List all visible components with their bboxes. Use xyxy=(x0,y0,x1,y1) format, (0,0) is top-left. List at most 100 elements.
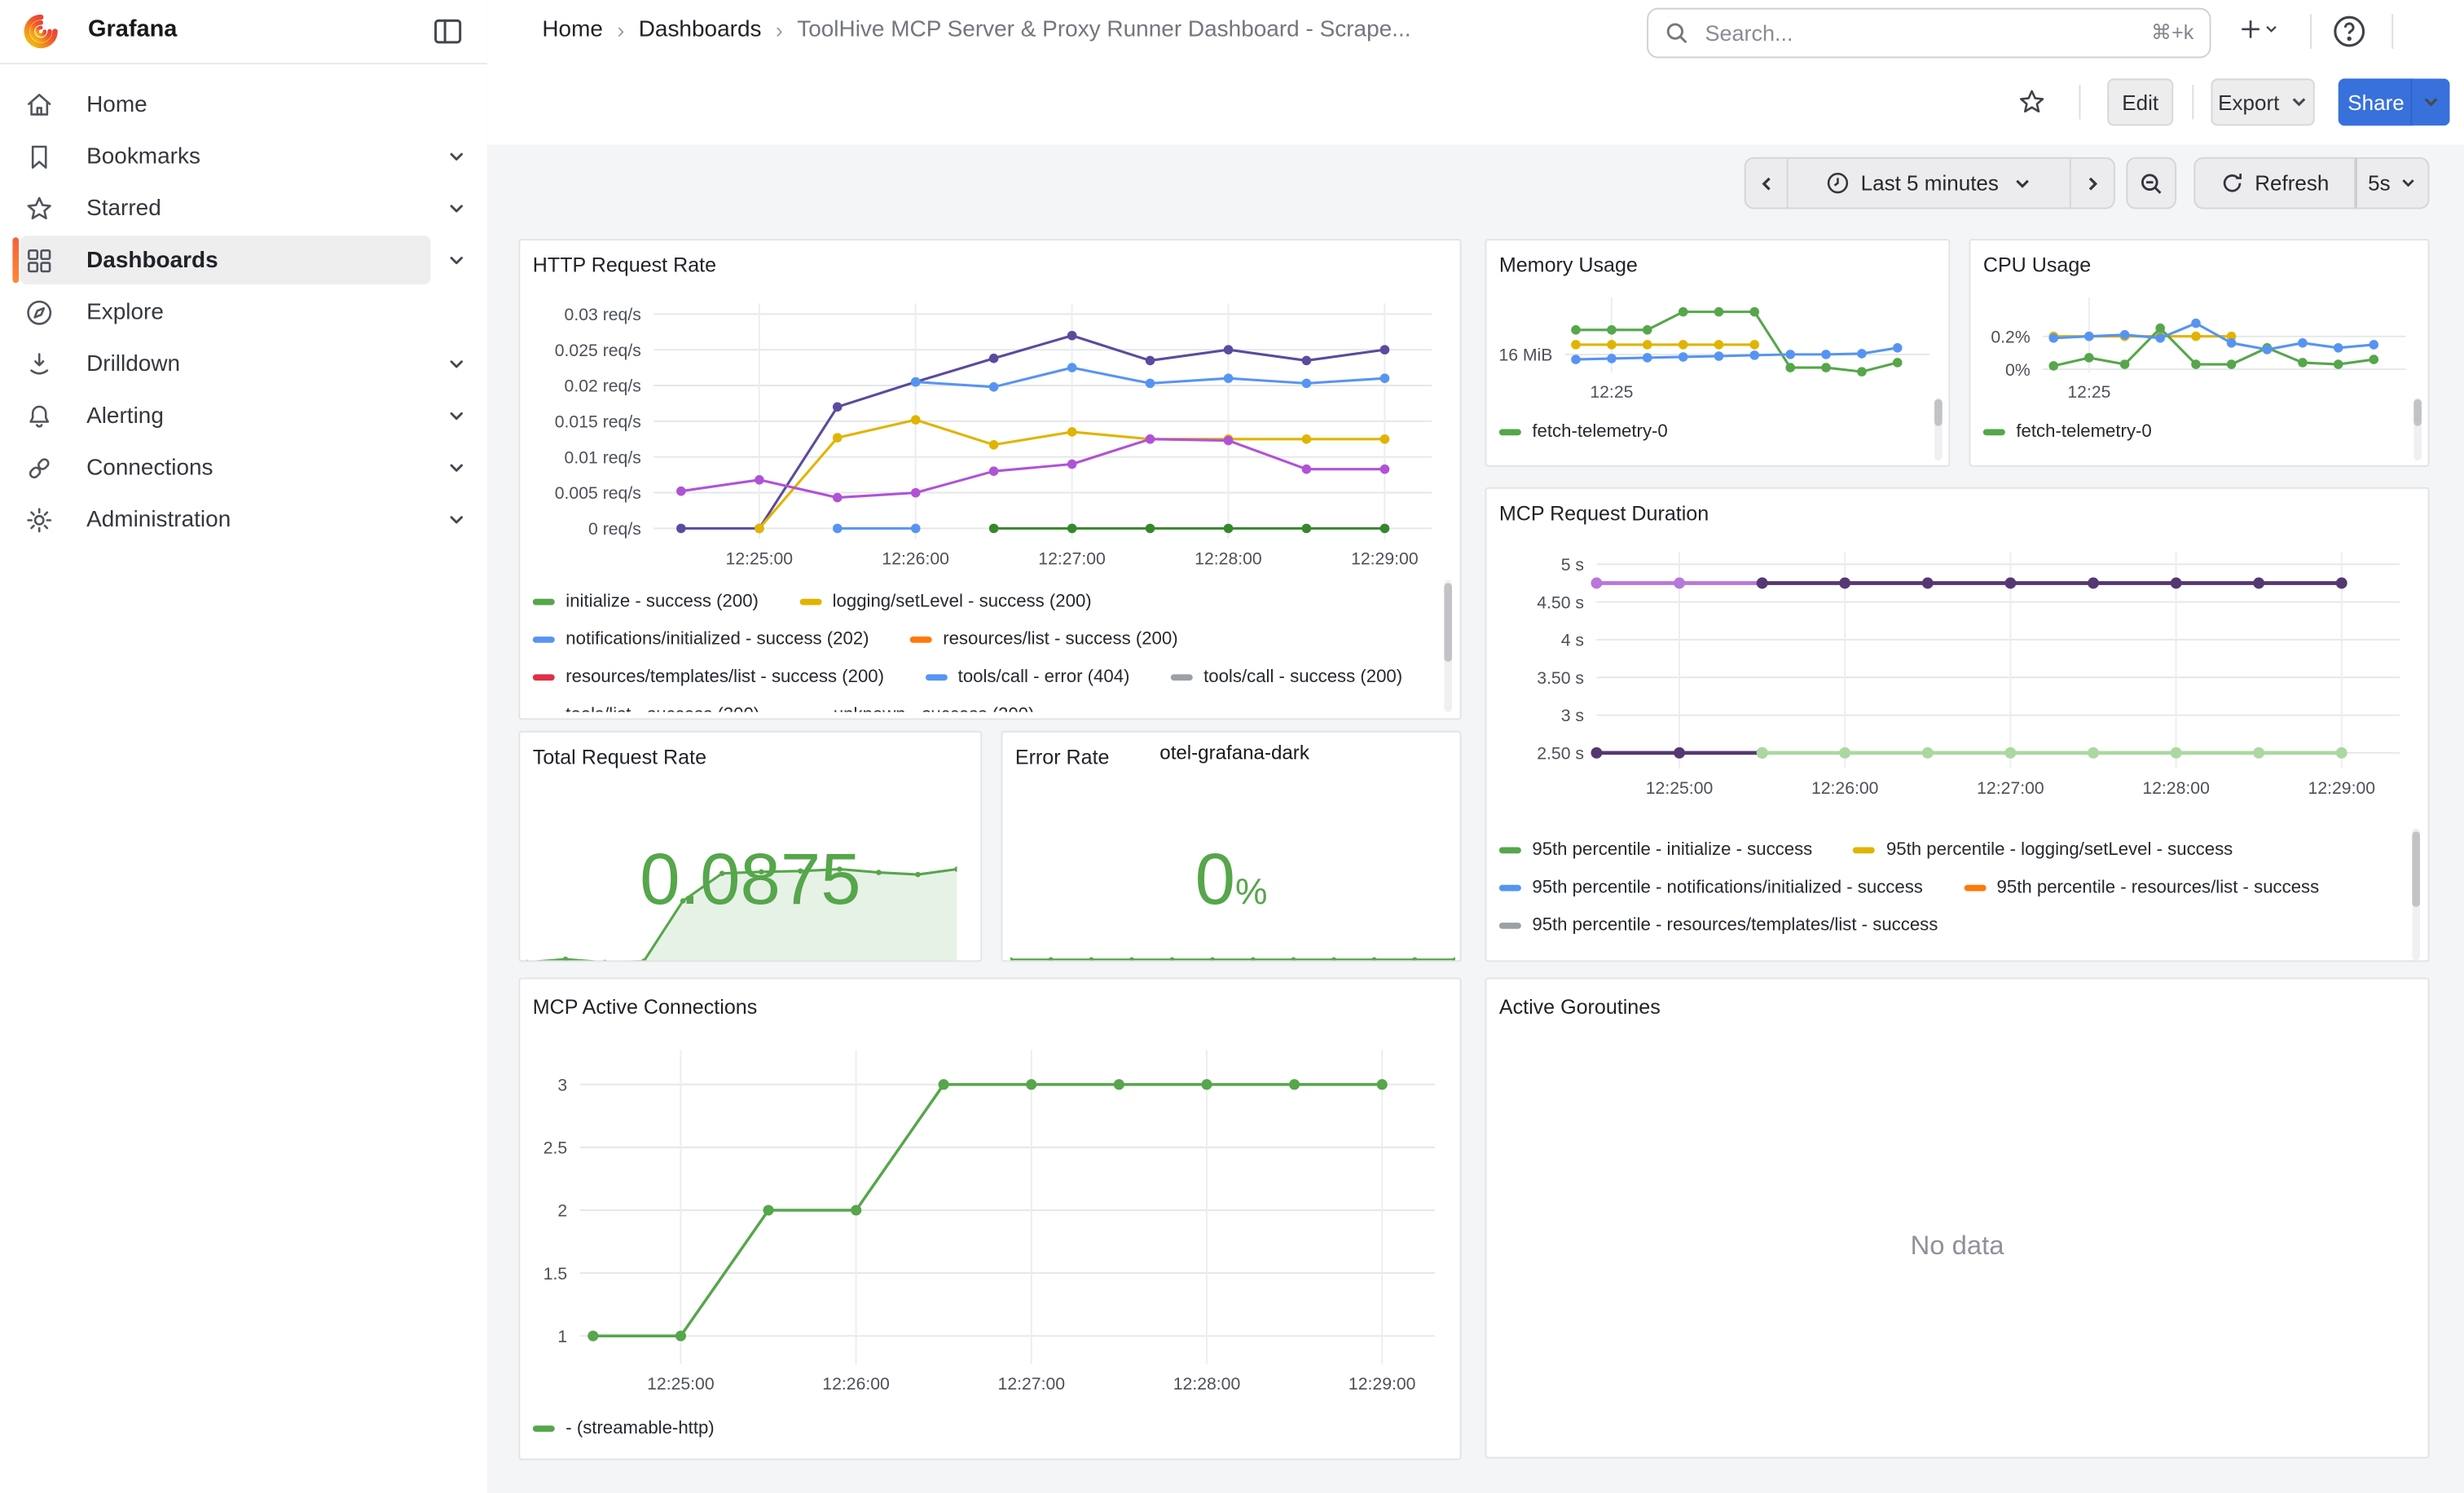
legend-item[interactable]: 95th percentile - resources/list - succe… xyxy=(1964,869,2319,906)
legend-item[interactable]: 95th percentile - logging/setLevel - suc… xyxy=(1853,831,2233,869)
legend-item[interactable]: - (streamable-http) xyxy=(533,1410,715,1447)
sidebar-item-label: Administration xyxy=(86,507,231,532)
time-forward-button[interactable] xyxy=(2071,157,2115,209)
svg-text:3: 3 xyxy=(557,1076,567,1094)
sidebar-collapse-icon[interactable] xyxy=(430,14,464,48)
sidebar-item-label: Drilldown xyxy=(86,351,180,377)
sidebar-item-alerting[interactable]: Alerting xyxy=(0,390,487,442)
panel-title[interactable]: CPU Usage xyxy=(1983,253,2091,276)
panel-title[interactable]: Total Request Rate xyxy=(533,745,706,769)
scrollbar-thumb[interactable] xyxy=(1934,399,1943,426)
add-button[interactable] xyxy=(2239,14,2277,51)
share-button[interactable]: Share xyxy=(2339,78,2414,126)
legend-swatch xyxy=(1499,923,1521,930)
zoom-out-button[interactable] xyxy=(2126,157,2176,209)
legend-item-clipped[interactable]: unknown - success (200) xyxy=(800,696,1034,711)
dashboard-canvas: Last 5 minutes Refresh 5s xyxy=(487,144,2464,1493)
time-range-picker[interactable]: Last 5 minutes xyxy=(1789,157,2071,209)
breadcrumb-item[interactable]: Home xyxy=(542,17,603,42)
sidebar-item-starred[interactable]: Starred xyxy=(0,183,487,235)
panel-http-request-rate: HTTP Request Rate 0 req/s0.005 req/s0.01… xyxy=(518,239,1461,720)
bookmark-icon xyxy=(24,141,55,173)
search-box[interactable]: ⌘+k xyxy=(1647,8,2211,59)
divider xyxy=(2079,85,2080,119)
breadcrumb-item[interactable]: Dashboards xyxy=(639,17,762,42)
scrollbar-thumb[interactable] xyxy=(2413,399,2422,426)
legend-item[interactable]: resources/list - success (200) xyxy=(910,621,1178,658)
floating-label: otel-grafana-dark xyxy=(1159,742,1309,764)
search-input[interactable] xyxy=(1702,19,2151,47)
sidebar-item-explore[interactable]: Explore xyxy=(0,286,487,338)
chevron-down-icon[interactable] xyxy=(447,197,469,219)
refresh-button[interactable]: Refresh xyxy=(2193,157,2356,209)
legend-item-clipped[interactable]: tools/call - success (200) xyxy=(1171,658,1403,696)
panel-title[interactable]: Active Goroutines xyxy=(1499,995,1661,1019)
time-back-button[interactable] xyxy=(1745,157,1789,209)
scrollbar-thumb[interactable] xyxy=(1444,583,1452,661)
grafana-logo-icon[interactable] xyxy=(22,12,59,50)
active-accent-bar xyxy=(12,237,18,283)
legend-item[interactable]: fetch-telemetry-0 xyxy=(1499,413,1668,451)
panel-title[interactable]: Error Rate xyxy=(1015,745,1110,769)
sidebar-item-connections[interactable]: Connections xyxy=(0,442,487,494)
panel-title[interactable]: Memory Usage xyxy=(1499,253,1638,276)
svg-text:12:27:00: 12:27:00 xyxy=(1977,779,2044,798)
sidebar-item-bookmarks[interactable]: Bookmarks xyxy=(0,130,487,183)
share-dropdown-button[interactable] xyxy=(2410,78,2449,126)
chevron-down-icon[interactable] xyxy=(447,456,469,478)
svg-text:2: 2 xyxy=(557,1202,567,1221)
sidebar-nav: HomeBookmarksStarred Dashboards Explore Dri… xyxy=(0,78,487,545)
sidebar-item-administration[interactable]: Administration xyxy=(0,494,487,546)
panel-memory-usage: Memory Usage 16 MiB12:25 fetch-telemetry… xyxy=(1485,239,1950,467)
export-button[interactable]: Export xyxy=(2211,78,2314,126)
zoom-out-icon xyxy=(2139,170,2164,196)
svg-text:12:28:00: 12:28:00 xyxy=(1195,549,1262,568)
sidebar-item-dashboards[interactable]: Dashboards xyxy=(0,234,487,286)
svg-text:12:26:00: 12:26:00 xyxy=(882,549,949,568)
svg-text:12:29:00: 12:29:00 xyxy=(2308,779,2376,798)
chevron-down-icon[interactable] xyxy=(447,509,469,531)
scrollbar-thumb[interactable] xyxy=(2412,831,2420,907)
svg-text:12:29:00: 12:29:00 xyxy=(1349,1375,1416,1394)
legend-item[interactable]: tools/call - error (404) xyxy=(925,658,1129,696)
legend-item[interactable]: 95th percentile - initialize - success xyxy=(1499,831,1812,869)
svg-text:0.03 req/s: 0.03 req/s xyxy=(565,306,641,324)
legend-scrollbar xyxy=(2412,828,2420,960)
panel-total-request-rate: Total Request Rate 0.0875 xyxy=(518,731,982,962)
legend-item[interactable]: resources/templates/list - success (200) xyxy=(533,658,884,696)
refresh-interval-picker[interactable]: 5s xyxy=(2356,157,2430,209)
brand-name[interactable]: Grafana xyxy=(88,15,177,42)
help-icon[interactable] xyxy=(2330,12,2368,50)
legend-item[interactable]: notifications/initialized - success (202… xyxy=(533,621,869,658)
sidebar-item-drilldown[interactable]: Drilldown xyxy=(0,338,487,390)
panel-title[interactable]: MCP Request Duration xyxy=(1499,501,1709,525)
panel-title[interactable]: HTTP Request Rate xyxy=(533,253,716,276)
mcp-active-connections-chart: 11.522.5312:25:0012:26:0012:27:0012:28:0… xyxy=(520,979,1461,1400)
legend-item-clipped[interactable]: 95th percentile - resources/templates/li… xyxy=(1499,907,1938,945)
legend-swatch xyxy=(533,636,555,644)
svg-text:0.01 req/s: 0.01 req/s xyxy=(565,448,641,467)
legend-item[interactable]: 95th percentile - notifications/initiali… xyxy=(1499,869,1923,906)
favorite-star-icon[interactable] xyxy=(2016,86,2048,118)
chevron-down-icon[interactable] xyxy=(447,353,469,375)
legend-item[interactable]: fetch-telemetry-0 xyxy=(1983,413,2152,451)
panel-cpu-usage: CPU Usage 0.2%0%12:25 fetch-telemetry-0 xyxy=(1969,239,2429,467)
divider xyxy=(2310,14,2312,48)
sidebar-item-label: Dashboards xyxy=(86,248,218,273)
chevron-down-icon[interactable] xyxy=(447,405,469,427)
chevron-down-icon[interactable] xyxy=(447,249,469,271)
sidebar-item-home[interactable]: Home xyxy=(0,78,487,130)
legend-swatch xyxy=(1964,884,1986,892)
chevron-down-icon[interactable] xyxy=(447,145,469,167)
legend-item[interactable]: logging/setLevel - success (200) xyxy=(799,583,1092,620)
breadcrumb-item: ToolHive MCP Server & Proxy Runner Dashb… xyxy=(797,17,1410,42)
chevron-down-icon xyxy=(2289,93,2308,112)
svg-text:12:25: 12:25 xyxy=(2067,383,2110,398)
legend-scrollbar xyxy=(1934,398,1943,460)
legend-item-clipped[interactable]: tools/list - success (200) xyxy=(533,696,759,711)
search-shortcut: ⌘+k xyxy=(2151,20,2193,46)
edit-button[interactable]: Edit xyxy=(2107,78,2173,126)
panel-title[interactable]: MCP Active Connections xyxy=(533,995,757,1019)
svg-text:12:28:00: 12:28:00 xyxy=(2142,779,2210,798)
legend-item[interactable]: initialize - success (200) xyxy=(533,583,759,620)
